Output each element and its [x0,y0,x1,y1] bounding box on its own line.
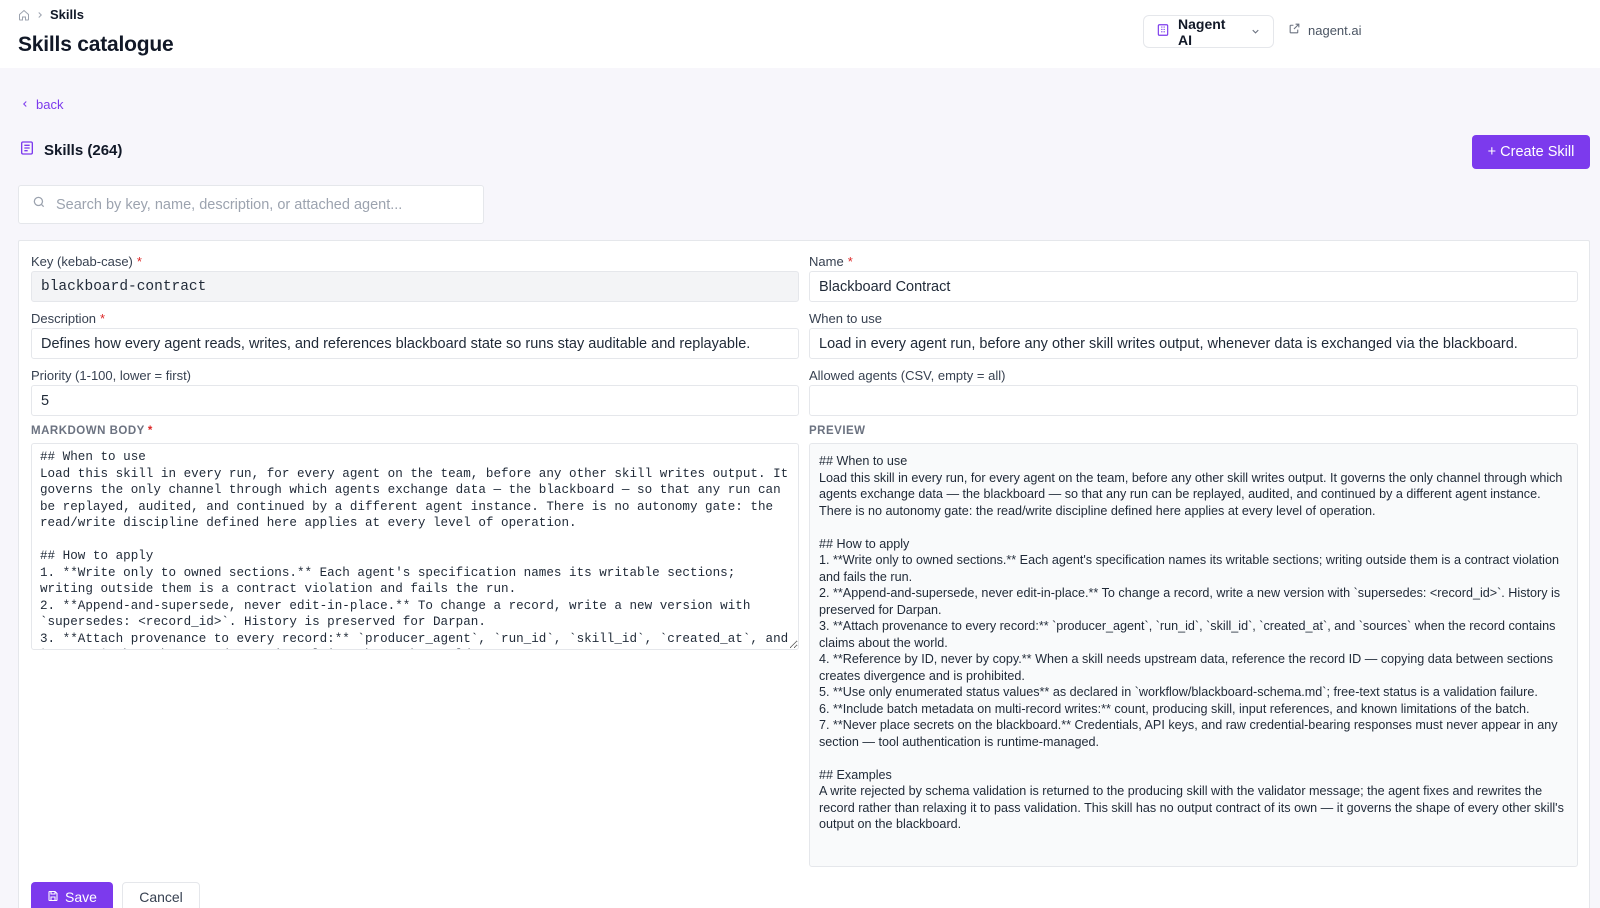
required-mark: * [100,311,106,326]
search-input[interactable] [56,196,470,213]
key-label: Key (kebab-case) * [31,254,142,269]
save-button-label: Save [65,889,97,905]
allowed-agents-input[interactable] [809,385,1578,416]
when-to-use-label: When to use [809,311,882,326]
breadcrumb: Skills [18,7,84,22]
allowed-agents-label: Allowed agents (CSV, empty = all) [809,368,1006,383]
back-link[interactable]: back [20,97,63,112]
external-link[interactable]: nagent.ai [1288,22,1362,38]
book-icon [19,140,35,160]
save-button[interactable]: Save [31,882,113,908]
skills-count-label: Skills (264) [44,141,123,159]
chevron-left-icon [20,97,30,112]
home-icon[interactable] [18,9,30,21]
skill-edit-form: Key (kebab-case)* Name* Description* Whe… [18,240,1590,908]
org-switcher[interactable]: Nagent AI [1143,15,1274,48]
search-icon [32,195,46,214]
markdown-body-editor[interactable]: ## When to use Load this skill in every … [31,443,799,650]
chevron-right-icon [35,10,45,20]
markdown-body-label-text: MARKDOWN BODY [31,425,145,437]
save-icon [47,889,59,905]
external-link-label: nagent.ai [1308,22,1362,38]
create-skill-button[interactable]: + Create Skill [1472,135,1590,169]
when-to-use-input[interactable] [809,328,1578,359]
key-label-text: Key (kebab-case) [31,254,133,269]
name-label-text: Name [809,254,844,269]
breadcrumb-current: Skills [50,7,84,22]
description-input[interactable] [31,328,799,359]
name-input[interactable] [809,271,1578,302]
priority-input[interactable] [31,385,799,416]
required-mark: * [847,254,853,269]
page-title: Skills catalogue [18,33,174,56]
org-switcher-label: Nagent AI [1178,15,1226,48]
external-link-icon [1288,22,1301,38]
required-mark: * [147,425,153,437]
required-mark: * [136,254,142,269]
main-content: back Skills (264) + Create Skill Key (ke… [0,68,1600,908]
description-label-text: Description [31,311,97,326]
skills-count-heading: Skills (264) [19,140,122,160]
markdown-preview: ## When to use Load this skill in every … [809,443,1578,867]
top-bar: Skills Skills catalogue Nagent AI nagent… [0,0,1600,68]
cancel-button[interactable]: Cancel [122,882,200,908]
back-link-label: back [36,97,64,112]
building-icon [1156,23,1170,40]
name-label: Name * [809,254,853,269]
search-box[interactable] [18,185,484,224]
description-label: Description * [31,311,105,326]
preview-label: PREVIEW [809,425,866,437]
key-input[interactable] [31,271,799,302]
markdown-body-label: MARKDOWN BODY * [31,425,153,437]
priority-label: Priority (1-100, lower = first) [31,368,192,383]
chevron-down-icon [1250,24,1261,40]
